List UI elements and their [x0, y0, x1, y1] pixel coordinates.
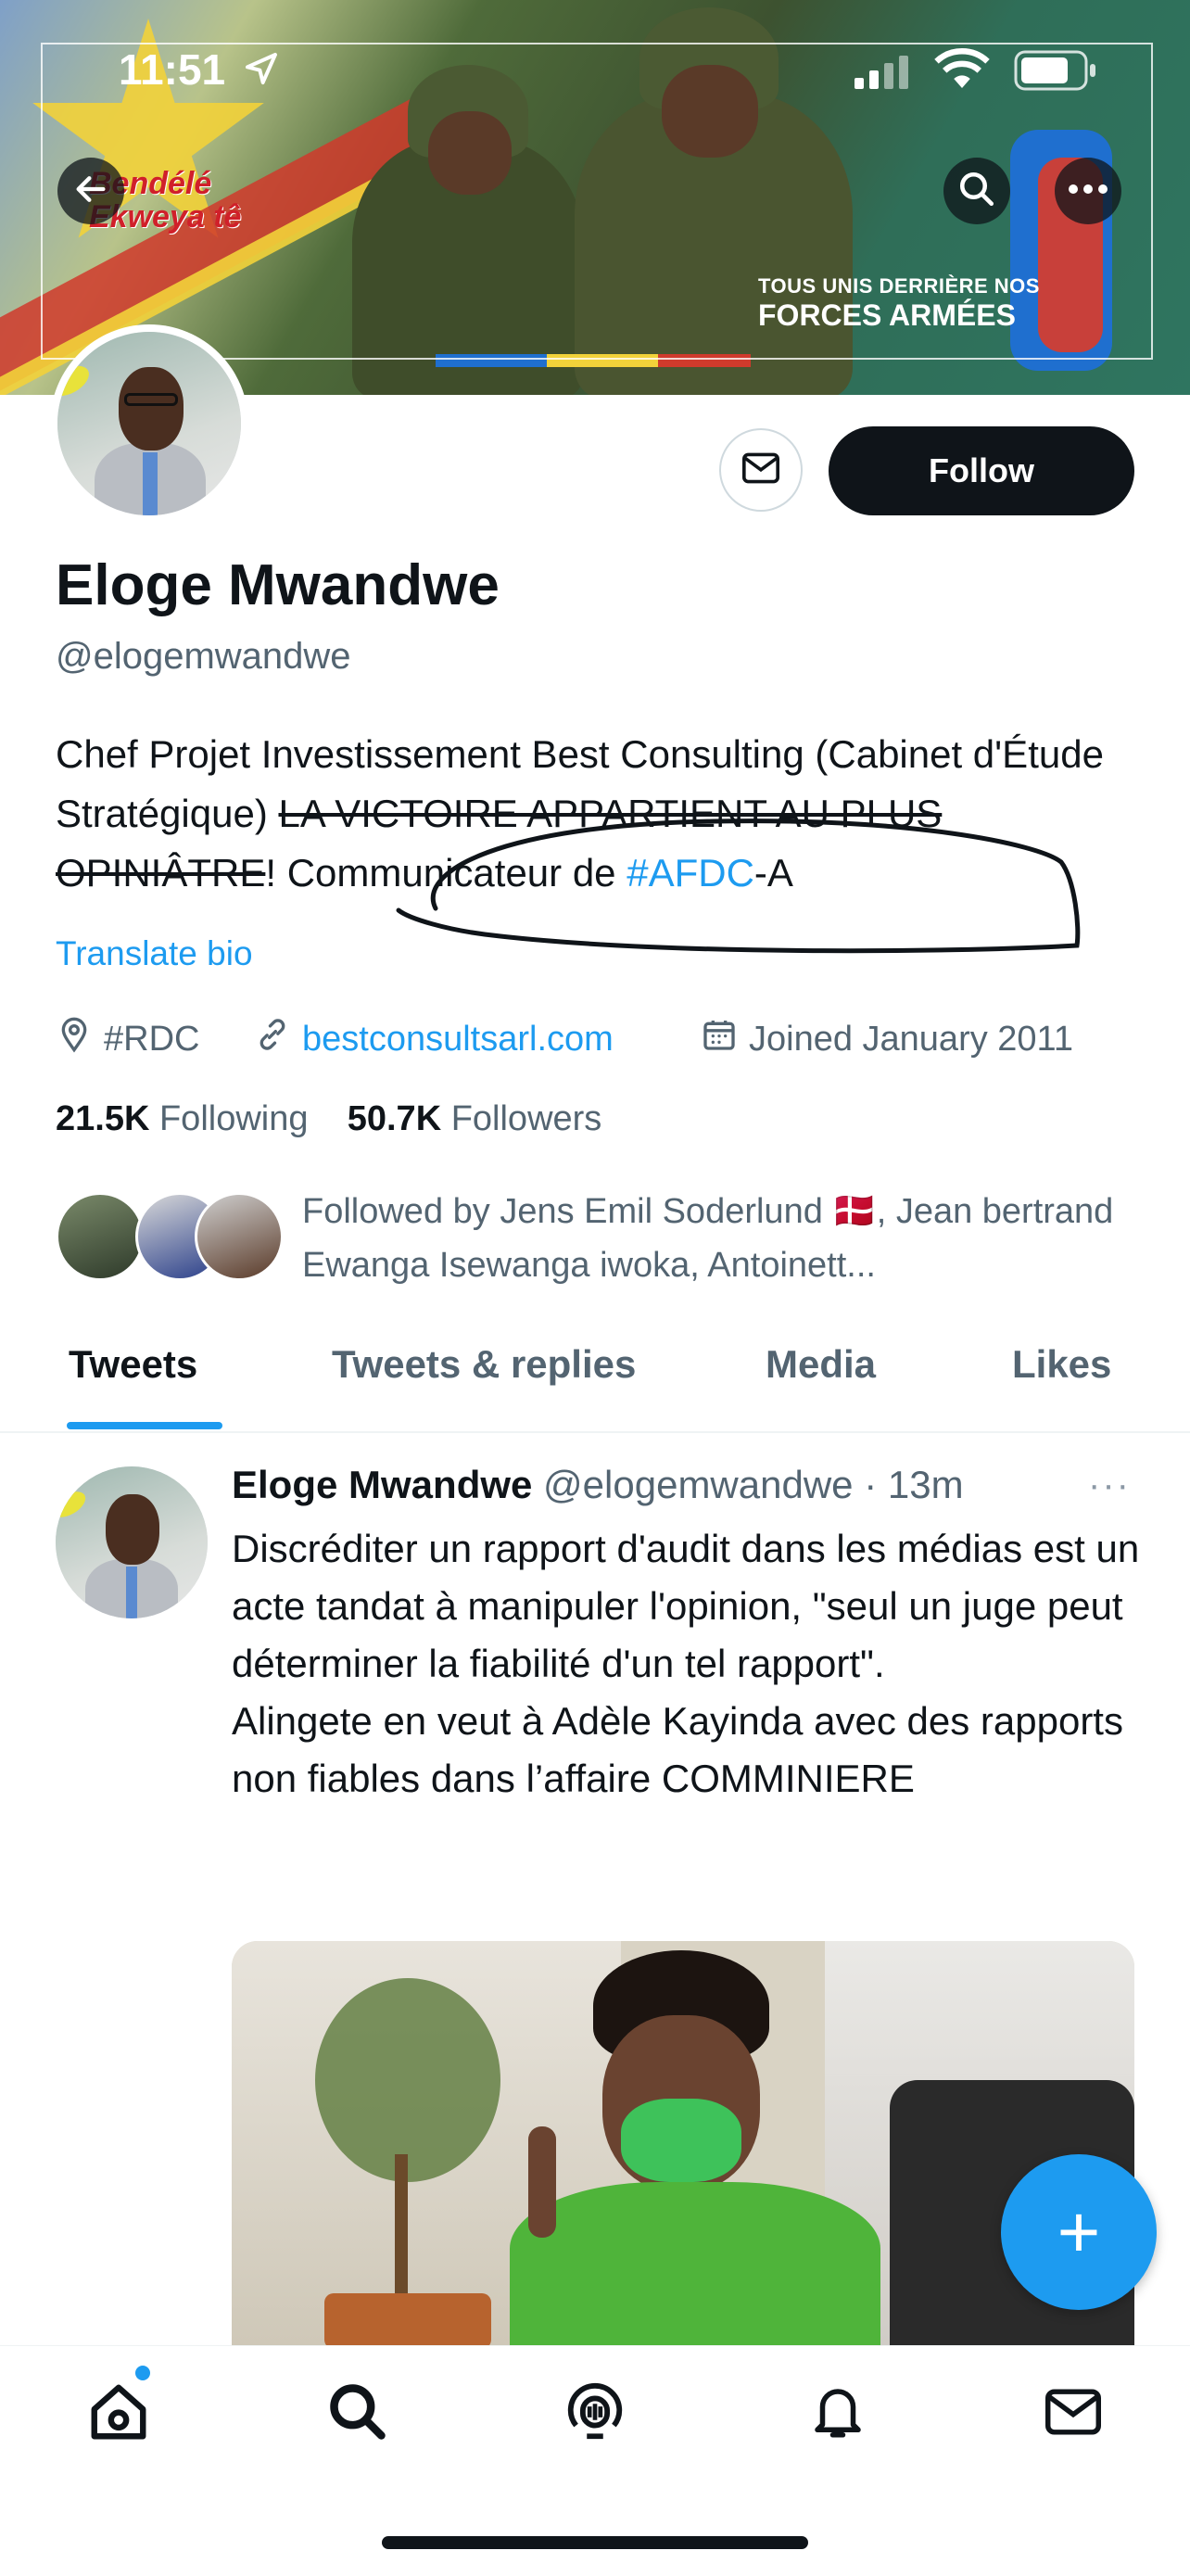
- followers-label: Followers: [450, 1099, 602, 1138]
- back-button[interactable]: [57, 158, 124, 224]
- plus-icon: +: [1057, 2190, 1101, 2273]
- website-item[interactable]: bestconsultsarl.com: [254, 1016, 614, 1062]
- back-arrow-icon: [72, 171, 109, 212]
- follow-counts: 21.5K Following 50.7K Followers: [56, 1099, 601, 1139]
- link-icon: [254, 1016, 291, 1062]
- banner-slogan-line1: TOUS UNIS DERRIÈRE NOS: [758, 274, 1040, 298]
- mail-icon[interactable]: [1036, 2375, 1110, 2449]
- following-label: Following: [158, 1099, 309, 1138]
- more-options-button[interactable]: [1055, 158, 1121, 224]
- joined-text: Joined January 2011: [749, 1019, 1073, 1059]
- follow-button[interactable]: Follow: [829, 426, 1134, 515]
- tweet-time: · 13m: [864, 1463, 964, 1506]
- tweet-header: Eloge Mwandwe @elogemwandwe · 13m: [232, 1463, 964, 1507]
- mask-graphic: [621, 2099, 741, 2182]
- envelope-icon: [741, 450, 781, 491]
- profile-handle: @elogemwandwe: [56, 636, 351, 677]
- tweet-more-button[interactable]: ···: [1088, 1465, 1131, 1506]
- compose-tweet-button[interactable]: +: [1001, 2154, 1157, 2310]
- following-link[interactable]: 21.5K Following: [56, 1099, 309, 1138]
- tweet-text: Discréditer un rapport d'audit dans les …: [232, 1527, 1140, 1800]
- tab-likes[interactable]: Likes: [1012, 1342, 1111, 1387]
- message-button[interactable]: [719, 428, 803, 512]
- tab-divider: [0, 1431, 1190, 1433]
- more-icon: [1068, 183, 1108, 199]
- calendar-icon: [701, 1016, 738, 1062]
- tweet-avatar[interactable]: [56, 1466, 208, 1618]
- avatar: [195, 1192, 284, 1281]
- wifi-icon: [934, 48, 990, 95]
- followed-by-avatars[interactable]: [56, 1192, 287, 1285]
- search-icon[interactable]: [321, 2375, 395, 2449]
- avatar-face: [119, 367, 184, 450]
- translate-bio-link[interactable]: Translate bio: [56, 934, 253, 973]
- followed-by-text[interactable]: Followed by Jens Emil Soderlund 🇩🇰, Jean…: [302, 1185, 1118, 1292]
- location-item: #RDC: [56, 1016, 199, 1062]
- tweet-author-handle[interactable]: @elogemwandwe: [543, 1463, 853, 1506]
- search-button[interactable]: [943, 158, 1010, 224]
- website-link[interactable]: bestconsultsarl.com: [302, 1020, 614, 1060]
- status-time: 11:51: [119, 45, 226, 94]
- profile-name: Eloge Mwandwe: [56, 553, 500, 617]
- active-tab-indicator: [67, 1422, 222, 1429]
- signal-icon: [853, 54, 908, 94]
- profile-avatar[interactable]: [50, 324, 248, 523]
- location-arrow-icon: [243, 50, 280, 92]
- location-pin-icon: [56, 1016, 93, 1062]
- home-indicator: [382, 2536, 808, 2549]
- tweet-author-name[interactable]: Eloge Mwandwe: [232, 1463, 532, 1506]
- banner-slogan-line2: FORCES ARMÉES: [758, 298, 1016, 332]
- search-icon: [957, 170, 996, 213]
- tweet-image[interactable]: [232, 1941, 1134, 2345]
- handdrawn-circle-annotation: [389, 806, 1094, 969]
- avatar: [56, 1192, 145, 1281]
- tab-tweets-replies[interactable]: Tweets & replies: [332, 1342, 636, 1387]
- bell-icon[interactable]: [801, 2375, 875, 2449]
- location-text: #RDC: [104, 1019, 200, 1059]
- following-count: 21.5K: [56, 1099, 150, 1138]
- tab-tweets[interactable]: Tweets: [69, 1342, 197, 1387]
- followers-link[interactable]: 50.7K Followers: [348, 1099, 602, 1138]
- battery-icon: [1014, 50, 1097, 95]
- home-icon[interactable]: [82, 2375, 156, 2449]
- spaces-icon[interactable]: [558, 2375, 632, 2449]
- followers-count: 50.7K: [347, 1099, 442, 1138]
- avatar-photo: [57, 332, 241, 515]
- joined-item: Joined January 2011: [701, 1016, 1073, 1062]
- dress-graphic: [510, 2182, 880, 2345]
- tab-media[interactable]: Media: [766, 1342, 876, 1387]
- plant-graphic: [315, 1978, 500, 2182]
- home-notification-dot: [135, 2366, 150, 2380]
